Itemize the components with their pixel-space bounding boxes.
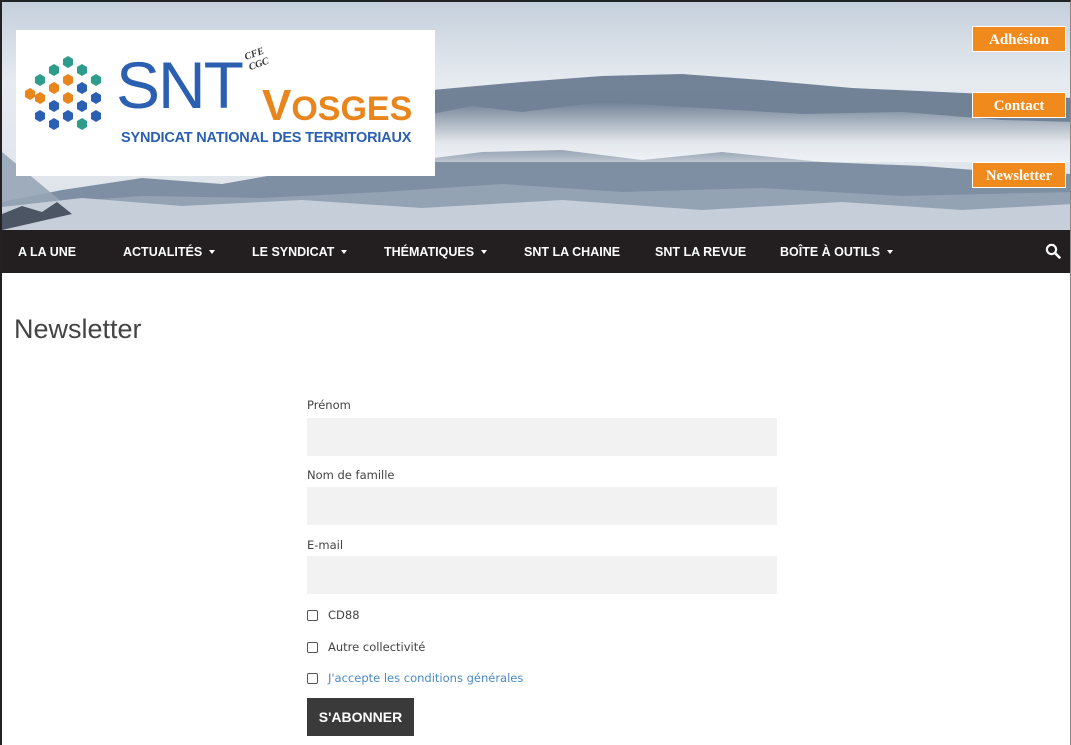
first-name-label: Prénom (307, 398, 351, 412)
caret-down-icon (341, 249, 348, 254)
nav-item-a-la-une[interactable]: A LA UNE (18, 230, 76, 273)
newsletter-button[interactable]: Newsletter (972, 162, 1066, 188)
page-frame: SNT CFE CGC VOSGES SYNDICAT NATIONAL DES… (0, 0, 1071, 745)
nav-item-label: A LA UNE (18, 244, 77, 259)
nav-item-le-syndicat[interactable]: LE SYNDICAT (252, 230, 348, 273)
logo-vosges-text: VOSGES (262, 81, 413, 130)
nav-item-thematiques[interactable]: THÉMATIQUES (384, 230, 488, 273)
nav-item-label: LE SYNDICAT (252, 244, 335, 259)
site-logo[interactable]: SNT CFE CGC VOSGES SYNDICAT NATIONAL DES… (16, 30, 435, 176)
checkbox-cd88-row[interactable]: CD88 (307, 608, 360, 622)
nav-item-boite-a-outils[interactable]: BOÎTE À OUTILS (780, 230, 893, 273)
cfe-cgc-logo: CFE CGC (243, 46, 271, 72)
site-header: SNT CFE CGC VOSGES SYNDICAT NATIONAL DES… (2, 2, 1070, 230)
search-icon[interactable] (1045, 243, 1061, 259)
checkbox-autre-collectivite-label: Autre collectivité (328, 640, 426, 654)
first-name-input[interactable] (307, 418, 777, 456)
main-navigation: A LA UNE ACTUALITÉS LE SYNDICAT THÉMATIQ… (2, 230, 1070, 273)
terms-link[interactable]: J'accepte les conditions générales (328, 671, 523, 685)
nav-item-snt-la-chaine[interactable]: SNT LA CHAINE (524, 230, 620, 273)
nav-item-actualites[interactable]: ACTUALITÉS (123, 230, 216, 273)
checkbox-terms[interactable] (307, 672, 318, 684)
contact-button[interactable]: Contact (972, 92, 1066, 118)
checkbox-cd88-label: CD88 (328, 608, 360, 622)
last-name-input[interactable] (307, 487, 777, 525)
subscribe-button[interactable]: S'ABONNER (307, 698, 414, 736)
nav-item-label: SNT LA CHAINE (524, 244, 621, 259)
hexagon-dots-logo-icon (25, 56, 101, 130)
checkbox-autre-collectivite[interactable] (307, 641, 318, 653)
nav-item-label: SNT LA REVUE (655, 244, 747, 259)
email-label: E-mail (307, 538, 344, 552)
checkbox-autre-collectivite-row[interactable]: Autre collectivité (307, 640, 425, 654)
nav-item-label: BOÎTE À OUTILS (780, 244, 880, 259)
page-title: Newsletter (14, 314, 142, 344)
logo-snt-text: SNT (116, 48, 244, 122)
logo-tagline: SYNDICAT NATIONAL DES TERRITORIAUX (121, 130, 412, 146)
checkbox-cd88[interactable] (307, 609, 318, 621)
nav-item-snt-la-revue[interactable]: SNT LA REVUE (655, 230, 746, 273)
caret-down-icon (887, 249, 893, 254)
email-input[interactable] (307, 556, 777, 594)
checkbox-terms-row[interactable]: J'accepte les conditions générales (307, 671, 523, 685)
nav-item-label: ACTUALITÉS (123, 244, 203, 259)
nav-item-label: THÉMATIQUES (384, 244, 475, 259)
caret-down-icon (209, 249, 216, 254)
caret-down-icon (481, 249, 488, 254)
last-name-label: Nom de famille (307, 468, 395, 482)
adhesion-button[interactable]: Adhésion (972, 26, 1066, 52)
